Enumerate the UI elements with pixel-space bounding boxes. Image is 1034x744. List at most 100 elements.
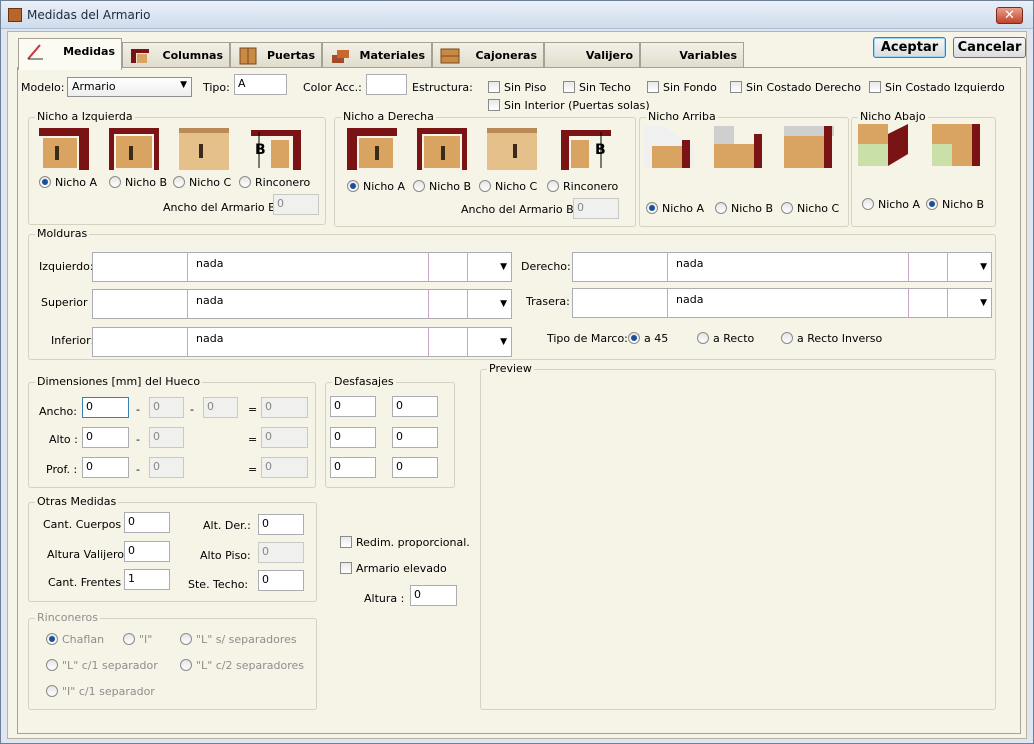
equals-sign: = (248, 403, 258, 416)
alto-sub-field[interactable]: 0 (149, 427, 184, 448)
nicho-izq-c-radio[interactable]: Nicho C (173, 176, 231, 189)
radio-label: Nicho B (429, 180, 472, 193)
medidas-panel: Modelo: Armario ▼ Tipo: A Color Acc.: Es… (17, 67, 1021, 734)
group-title: Nicho Abajo (858, 110, 928, 123)
accept-button[interactable]: Aceptar (873, 37, 946, 58)
tab-puertas[interactable]: Puertas (230, 42, 322, 69)
nicho-der-b-radio[interactable]: Nicho B (413, 180, 471, 193)
tab-variables[interactable]: Variables (640, 42, 744, 69)
izquierdo-combo[interactable]: nada ▼ (92, 252, 512, 282)
nicho-der-c-radio[interactable]: Nicho C (479, 180, 537, 193)
ancho-armario-b-field[interactable]: 0 (273, 194, 319, 215)
inferior-combo[interactable]: nada ▼ (92, 327, 512, 357)
nicho-der-c-thumbnail (487, 128, 537, 170)
sin-costado-derecho-checkbox[interactable]: Sin Costado Derecho (730, 81, 861, 94)
prof-result: 0 (261, 457, 308, 478)
checkbox-label: Sin Costado Izquierdo (885, 81, 1005, 94)
rinconero-thumbnail: B (561, 130, 611, 170)
prof-field[interactable]: 0 (82, 457, 129, 478)
sin-interior-checkbox[interactable]: Sin Interior (Puertas solas) (488, 99, 650, 112)
nicho-arriba-c-radio[interactable]: Nicho C (781, 202, 839, 215)
nicho-arriba-b-radio[interactable]: Nicho B (715, 202, 773, 215)
chevron-down-icon: ▼ (500, 299, 507, 309)
cancel-button[interactable]: Cancelar (953, 37, 1026, 58)
sin-piso-checkbox[interactable]: Sin Piso (488, 81, 546, 94)
nicho-abajo-a-radio[interactable]: Nicho A (862, 198, 920, 211)
radio-label: Nicho A (662, 202, 705, 215)
marco-recto-radio[interactable]: a Recto (697, 332, 754, 345)
sin-fondo-checkbox[interactable]: Sin Fondo (647, 81, 717, 94)
radio-label: "I" c/1 separador (62, 685, 155, 698)
ste-techo-field[interactable]: 0 (258, 570, 304, 591)
nicho-der-a-radio[interactable]: Nicho A (347, 180, 405, 193)
chaflan-radio[interactable]: Chaflan (46, 633, 104, 646)
nicho-abajo-b-radio[interactable]: Nicho B (926, 198, 984, 211)
altura-valijero-label: Altura Valijero : (47, 548, 132, 561)
alt-der-field[interactable]: 0 (258, 514, 304, 535)
group-title: Dimensiones [mm] del Hueco (35, 375, 203, 388)
nicho-abajo-group: Nicho Abajo Nicho A Nicho B (851, 110, 996, 227)
desfasaje-1-field[interactable]: 0 (330, 396, 376, 417)
nicho-der-rinconero-radio[interactable]: Rinconero (547, 180, 618, 193)
sin-techo-checkbox[interactable]: Sin Techo (563, 81, 631, 94)
estructura-label: Estructura: (412, 81, 473, 94)
altura-field[interactable]: 0 (410, 585, 457, 606)
altura-valijero-field[interactable]: 0 (124, 541, 170, 562)
rinconero-l-2-sep-radio[interactable]: "L" c/2 separadores (180, 659, 304, 672)
rinconero-i-1-sep-radio[interactable]: "I" c/1 separador (46, 685, 155, 698)
desfasaje-2-field[interactable]: 0 (392, 396, 438, 417)
rinconeros-group: Rinconeros Chaflan "I" "L" s/ separadore… (28, 611, 317, 710)
nicho-arriba-c-thumbnail (784, 126, 834, 168)
alto-field[interactable]: 0 (82, 427, 129, 448)
nicho-arriba-a-radio[interactable]: Nicho A (646, 202, 704, 215)
radio-label: Nicho A (55, 176, 98, 189)
close-button[interactable]: ✕ (996, 7, 1023, 24)
alto-result: 0 (261, 427, 308, 448)
otras-medidas-group: Otras Medidas Cant. Cuerpos : 0 Altura V… (28, 495, 317, 602)
tab-materiales[interactable]: Materiales (322, 42, 432, 69)
ancho-sub-field-1[interactable]: 0 (149, 397, 184, 418)
desfasaje-5-field[interactable]: 0 (330, 457, 376, 478)
tipo-field[interactable]: A (234, 74, 287, 95)
tab-valijero[interactable]: Valijero (544, 42, 640, 69)
nicho-izq-a-radio[interactable]: Nicho A (39, 176, 97, 189)
app-icon (8, 8, 22, 22)
superior-combo[interactable]: nada ▼ (92, 289, 512, 319)
rinconero-i-radio[interactable]: "I" (123, 633, 152, 646)
sin-costado-izquierdo-checkbox[interactable]: Sin Costado Izquierdo (869, 81, 1005, 94)
nicho-arriba-b-thumbnail (714, 126, 762, 168)
chevron-down-icon: ▼ (980, 298, 987, 308)
tab-cajoneras[interactable]: Cajoneras (432, 42, 544, 69)
radio-label: Nicho A (878, 198, 921, 211)
tab-medidas[interactable]: Medidas (18, 38, 122, 70)
nicho-izq-b-radio[interactable]: Nicho B (109, 176, 167, 189)
marco-45-radio[interactable]: a 45 (628, 332, 668, 345)
prof-sub-field[interactable]: 0 (149, 457, 184, 478)
nicho-derecha-group: Nicho a Derecha B Nicho A Nicho B Nicho … (334, 110, 636, 227)
armario-elevado-checkbox[interactable]: Armario elevado (340, 562, 447, 575)
derecho-combo[interactable]: nada ▼ (572, 252, 992, 282)
tab-columnas[interactable]: Columnas (122, 42, 230, 69)
modelo-select[interactable]: Armario ▼ (67, 77, 192, 97)
color-acc-field[interactable] (366, 74, 407, 95)
ancho-armario-b-field[interactable]: 0 (573, 198, 619, 219)
trasera-combo[interactable]: nada ▼ (572, 288, 992, 318)
group-title: Nicho a Derecha (341, 110, 436, 123)
ancho-sub-field-2[interactable]: 0 (203, 397, 238, 418)
redim-proporcional-checkbox[interactable]: Redim. proporcional. (340, 536, 470, 549)
desfasaje-6-field[interactable]: 0 (392, 457, 438, 478)
radio-label: Nicho A (363, 180, 406, 193)
ancho-field[interactable]: 0 (82, 397, 129, 418)
cant-cuerpos-field[interactable]: 0 (124, 512, 170, 533)
marco-recto-inverso-radio[interactable]: a Recto Inverso (781, 332, 882, 345)
rinconero-l-1-sep-radio[interactable]: "L" c/1 separador (46, 659, 158, 672)
nicho-izq-rinconero-radio[interactable]: Rinconero (239, 176, 310, 189)
alto-piso-field[interactable]: 0 (258, 542, 304, 563)
desfasaje-4-field[interactable]: 0 (392, 427, 438, 448)
rinconero-l-sin-sep-radio[interactable]: "L" s/ separadores (180, 633, 297, 646)
ancho-armario-b-label: Ancho del Armario B : (461, 203, 581, 216)
molduras-group: Molduras Izquierdo: nada ▼ Superior : na… (28, 227, 996, 360)
group-title: Otras Medidas (35, 495, 119, 508)
cant-frentes-field[interactable]: 1 (124, 569, 170, 590)
desfasaje-3-field[interactable]: 0 (330, 427, 376, 448)
